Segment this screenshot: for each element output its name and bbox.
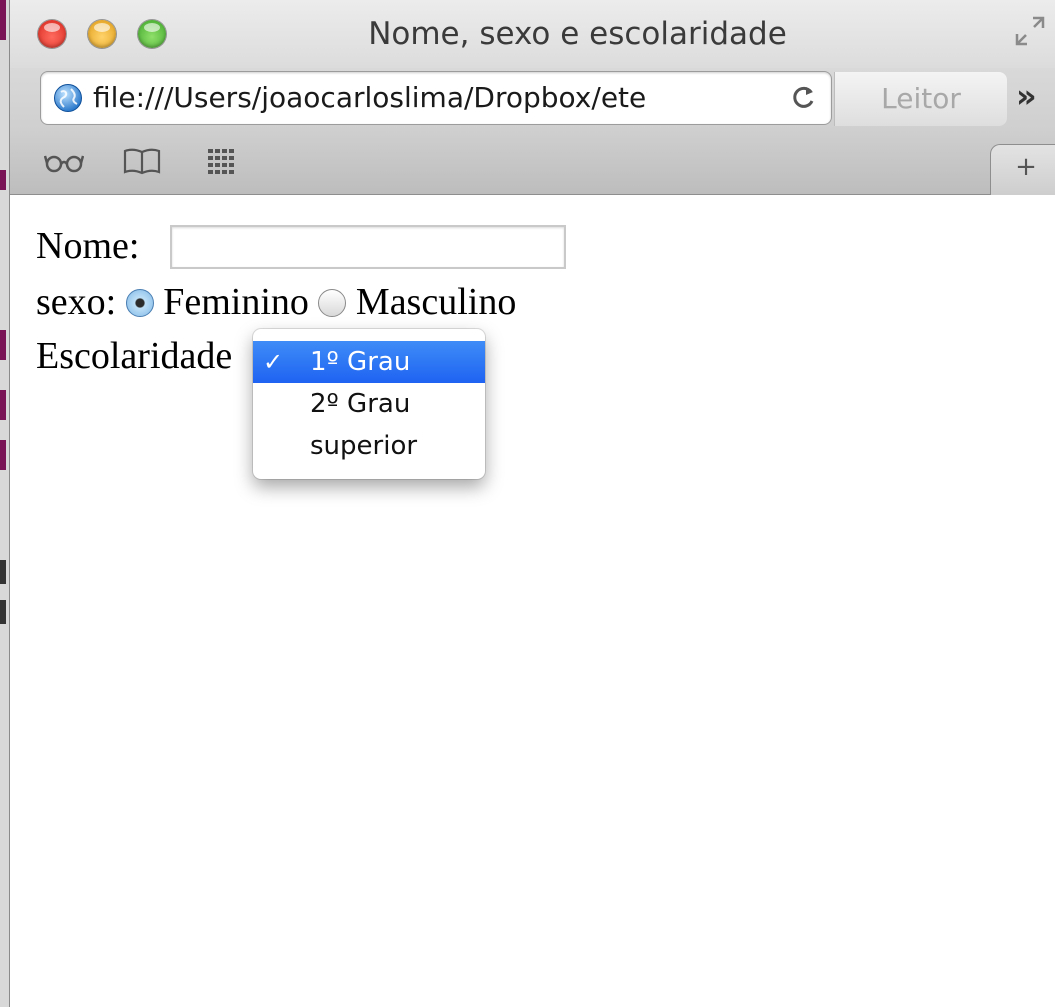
sex-row: sexo: Feminino Masculino bbox=[36, 279, 516, 325]
more-chevron-icon[interactable]: » bbox=[1016, 78, 1052, 114]
dropdown-option-label: superior bbox=[310, 431, 418, 461]
schooling-label: Escolaridade bbox=[36, 335, 233, 377]
page-content: Nome: sexo: Feminino Masculino Escolarid… bbox=[10, 195, 1055, 1007]
dropdown-option-superior[interactable]: superior bbox=[253, 425, 485, 467]
name-input[interactable] bbox=[170, 225, 566, 269]
name-row: Nome: bbox=[36, 223, 139, 269]
dropdown-option-2-grau[interactable]: 2º Grau bbox=[253, 383, 485, 425]
dropdown-option-1-grau[interactable]: ✓ 1º Grau bbox=[253, 341, 485, 383]
dropdown-option-label: 2º Grau bbox=[310, 389, 411, 419]
radio-masculino-label[interactable]: Masculino bbox=[356, 281, 516, 323]
bookmarks-book-icon[interactable] bbox=[122, 146, 162, 176]
window-title: Nome, sexo e escolaridade bbox=[368, 16, 787, 52]
minimize-window-button[interactable] bbox=[88, 20, 116, 48]
radio-feminino[interactable] bbox=[125, 289, 154, 317]
name-label: Nome: bbox=[36, 225, 140, 267]
radio-feminino-label[interactable]: Feminino bbox=[163, 281, 309, 323]
reload-icon[interactable] bbox=[789, 82, 819, 112]
reader-button[interactable]: Leitor bbox=[834, 72, 1007, 126]
bookmarks-bar: + bbox=[10, 130, 1055, 197]
background-window-edge bbox=[0, 0, 10, 1007]
checkmark-icon: ✓ bbox=[263, 348, 284, 376]
reading-list-glasses-icon[interactable] bbox=[44, 146, 84, 176]
radio-masculino[interactable] bbox=[318, 289, 347, 317]
new-tab-button[interactable]: + bbox=[990, 144, 1055, 197]
schooling-row: Escolaridade bbox=[36, 333, 232, 379]
schooling-dropdown-menu[interactable]: ✓ 1º Grau 2º Grau superior bbox=[253, 329, 485, 479]
url-text[interactable]: file:///Users/joaocarloslima/Dropbox/ete bbox=[93, 80, 773, 116]
address-bar[interactable]: file:///Users/joaocarloslima/Dropbox/ete… bbox=[40, 71, 1007, 126]
zoom-window-button[interactable] bbox=[138, 20, 166, 48]
address-toolbar: file:///Users/joaocarloslima/Dropbox/ete… bbox=[10, 68, 1055, 130]
sex-label: sexo: bbox=[36, 281, 117, 323]
fullscreen-icon[interactable] bbox=[1013, 14, 1047, 48]
browser-window: Nome, sexo e escolaridade file:///Users/… bbox=[10, 0, 1055, 1007]
title-bar: Nome, sexo e escolaridade bbox=[10, 0, 1055, 68]
top-sites-grid-icon[interactable] bbox=[206, 146, 238, 176]
dropdown-option-label: 1º Grau bbox=[310, 347, 411, 377]
globe-icon bbox=[54, 84, 82, 112]
close-window-button[interactable] bbox=[38, 20, 66, 48]
